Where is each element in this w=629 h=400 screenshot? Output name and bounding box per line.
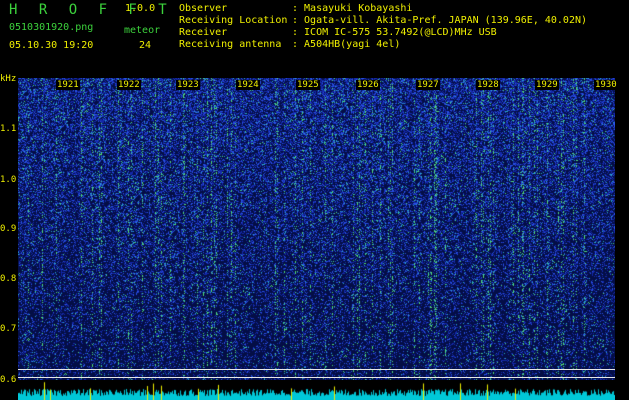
time-tick-label: 1927 xyxy=(416,80,440,90)
y-tick-label: 1.0 xyxy=(0,175,17,185)
meteor-count: 24 xyxy=(139,40,152,51)
info-observer-key: Observer xyxy=(179,3,228,14)
frequency-axis: kHz 1.1 1.0 0.9 0.8 0.7 0.6 xyxy=(0,74,18,400)
time-tick-label: 1921 xyxy=(56,80,80,90)
info-location-value: : Ogata-vill. Akita-Pref. JAPAN (139.96E… xyxy=(292,15,588,26)
info-receiver-key: Receiver xyxy=(179,27,228,38)
time-tick-label: 1925 xyxy=(296,80,320,90)
y-tick-label: 0.8 xyxy=(0,274,17,284)
time-tick-label: 1928 xyxy=(476,80,500,90)
y-tick-label: 1.1 xyxy=(0,124,17,134)
reference-line-upper xyxy=(18,369,615,370)
info-antenna-value: : A504HB(yagi 4el) xyxy=(292,39,401,50)
info-antenna-key: Receiving antenna xyxy=(179,39,282,50)
time-tick-label: 1922 xyxy=(117,80,141,90)
file-name: 0510301920.png xyxy=(9,22,94,33)
y-tick-label: 0.7 xyxy=(0,324,17,334)
y-tick-label: 0.9 xyxy=(0,224,17,234)
time-tick-label: 1926 xyxy=(356,80,380,90)
app-version: 1.0.0 xyxy=(125,3,156,14)
time-tick-label: 1930 xyxy=(594,80,618,90)
time-tick-label: 1923 xyxy=(176,80,200,90)
time-tick-label: 1929 xyxy=(535,80,559,90)
info-observer-value: : Masayuki Kobayashi xyxy=(292,3,413,14)
info-receiver-value: : ICOM IC-575 53.7492(@LCD)MHz USB xyxy=(292,27,497,38)
date-time: 05.10.30 19:20 xyxy=(9,40,94,51)
signal-baseline xyxy=(18,380,615,400)
meteor-label: meteor xyxy=(124,25,161,36)
spectrogram xyxy=(18,78,615,380)
info-location-key: Receiving Location xyxy=(179,15,288,26)
time-tick-label: 1924 xyxy=(236,80,260,90)
y-unit-label: kHz xyxy=(0,74,17,84)
y-tick-label: 0.6 xyxy=(0,375,17,385)
reference-line-lower xyxy=(18,377,615,378)
